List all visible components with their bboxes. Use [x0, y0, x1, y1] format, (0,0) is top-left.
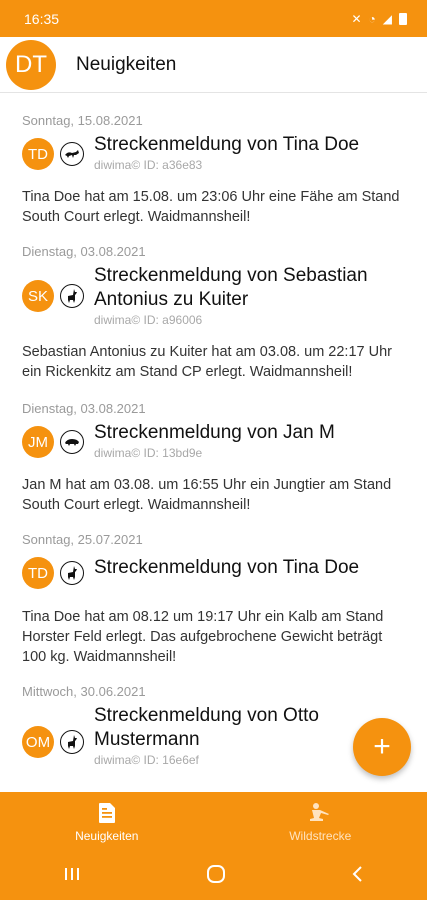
feed-entry[interactable]: Dienstag, 03.08.2021 SK Streckenmeldung … [0, 227, 427, 382]
back-button[interactable] [351, 865, 365, 888]
status-bar: 16:35 ✕ ◔ ◢ [0, 0, 427, 37]
battery-icon [399, 12, 407, 25]
entry-id: diwima© ID: a36e83 [94, 158, 203, 172]
mute-icon: ✕ [351, 11, 362, 26]
feed-entry[interactable]: Sonntag, 25.07.2021 TD Streckenmeldung v… [0, 515, 427, 667]
bottom-navigation: Neuigkeiten Wildstrecke [0, 792, 427, 852]
reporter-avatar: JM [22, 426, 54, 458]
page-title: Neuigkeiten [76, 53, 177, 75]
plus-icon: + [373, 730, 391, 763]
reporter-avatar: TD [22, 557, 54, 589]
entry-header: SK Streckenmeldung von Sebastian Antoniu… [22, 264, 407, 328]
wifi-icon: ◔ [368, 11, 376, 26]
entry-date: Sonntag, 15.08.2021 [22, 113, 143, 128]
entry-id: diwima© ID: a96006 [94, 313, 203, 327]
feed-entry[interactable]: Sonntag, 15.08.2021 TD Streckenmeldung v… [0, 94, 427, 227]
entry-date: Sonntag, 25.07.2021 [22, 532, 143, 547]
entry-date: Dienstag, 03.08.2021 [22, 401, 146, 416]
home-button[interactable] [206, 864, 226, 889]
system-navigation-bar [0, 852, 427, 900]
entry-title: Streckenmeldung von Tina Doe [94, 134, 360, 155]
nav-label: Neuigkeiten [75, 829, 139, 843]
nav-item-wildstrecke[interactable]: Wildstrecke [214, 792, 427, 852]
entry-date: Dienstag, 03.08.2021 [22, 244, 146, 259]
nav-label: Wildstrecke [289, 829, 352, 843]
boar-icon [60, 430, 84, 454]
entry-body: Sebastian Antonius zu Kuiter hat am 03.0… [22, 344, 392, 380]
deer-icon [60, 284, 84, 308]
entry-header: OM Streckenmeldung von Otto Mustermann d… [22, 704, 407, 768]
reporter-avatar: OM [22, 726, 54, 758]
entry-body: Jan M hat am 03.08. um 16:55 Uhr ein Jun… [22, 477, 392, 513]
entry-header: TD Streckenmeldung von Tina Doe [22, 552, 407, 589]
add-report-button[interactable]: + [353, 718, 411, 776]
deer-icon [60, 730, 84, 754]
entry-body: Tina Doe hat am 08.12 um 19:17 Uhr ein K… [22, 609, 384, 665]
reporter-avatar: SK [22, 280, 54, 312]
news-feed[interactable]: Sonntag, 15.08.2021 TD Streckenmeldung v… [0, 94, 427, 792]
entry-body: Tina Doe hat am 15.08. um 23:06 Uhr eine… [22, 189, 400, 225]
user-avatar[interactable]: DT [6, 39, 56, 90]
entry-header: TD Streckenmeldung von Tina Doe diwima© … [22, 133, 407, 173]
status-icons: ✕ ◔ ◢ [351, 12, 407, 26]
hunter-icon [307, 801, 333, 825]
feed-entry[interactable]: Dienstag, 03.08.2021 JM Streckenmeldung … [0, 382, 427, 515]
fox-icon [60, 142, 84, 166]
entry-date: Mittwoch, 30.06.2021 [22, 684, 146, 699]
entry-id: diwima© ID: 13bd9e [94, 446, 203, 460]
signal-icon: ◢ [382, 11, 392, 26]
nav-item-neuigkeiten[interactable]: Neuigkeiten [0, 792, 214, 852]
news-icon [97, 801, 117, 825]
recent-apps-button[interactable] [63, 866, 81, 887]
entry-header: JM Streckenmeldung von Jan M diwima© ID:… [22, 421, 407, 461]
reporter-avatar: TD [22, 138, 54, 170]
deer-icon [60, 561, 84, 585]
entry-title: Streckenmeldung von Sebastian Antonius z… [94, 265, 368, 310]
entry-title: Streckenmeldung von Jan M [94, 422, 335, 443]
status-time: 16:35 [24, 10, 60, 27]
app-bar: DT Neuigkeiten [0, 37, 427, 93]
entry-title: Streckenmeldung von Tina Doe [94, 557, 360, 578]
